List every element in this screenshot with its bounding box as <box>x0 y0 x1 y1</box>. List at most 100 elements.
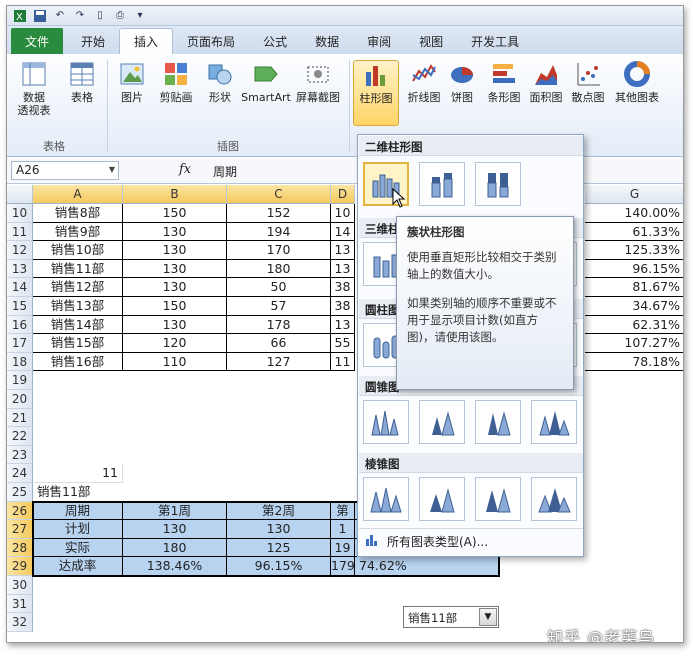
row-header[interactable]: 14 <box>7 278 33 297</box>
pyramid-option-1[interactable] <box>363 477 409 521</box>
table-cell[interactable]: 61.33% <box>585 223 683 242</box>
tab-formulas[interactable]: 公式 <box>249 28 301 54</box>
table-cell[interactable]: 第 <box>331 501 355 521</box>
table-cell[interactable]: 130 <box>123 222 227 242</box>
row-header[interactable]: 22 <box>7 427 33 446</box>
table-cell[interactable]: 14 <box>331 222 355 242</box>
scatter-chart-button[interactable]: 散点图 <box>565 60 611 126</box>
table-cell[interactable]: 57 <box>227 297 331 316</box>
screenshot-button[interactable]: 屏幕截图 <box>293 60 343 126</box>
all-chart-types-link[interactable]: 所有图表类型(A)... <box>359 528 583 554</box>
row-header[interactable]: 18 <box>7 352 33 372</box>
row-header[interactable]: 24 <box>7 464 33 483</box>
new-file-icon[interactable]: ▯ <box>93 9 107 23</box>
table-cell[interactable]: 78.18% <box>585 353 683 372</box>
table-cell[interactable]: 11 <box>331 352 355 372</box>
table-cell[interactable]: 125 <box>227 538 331 558</box>
table-cell[interactable]: 销售12部 <box>33 278 123 297</box>
table-cell[interactable]: 周期 <box>33 501 123 521</box>
table-cell[interactable]: 96.15% <box>585 260 683 279</box>
table-cell[interactable]: 120 <box>123 334 227 353</box>
table-cell[interactable]: 销售9部 <box>33 222 123 242</box>
table-cell[interactable]: 138.46% <box>123 557 227 576</box>
row-header[interactable]: 13 <box>7 259 33 279</box>
pie-chart-button[interactable]: 饼图 <box>439 60 485 126</box>
row-header[interactable]: 17 <box>7 334 33 353</box>
table-cell[interactable]: 81.67% <box>585 278 683 297</box>
clipart-button[interactable]: 剪贴画 <box>153 60 199 126</box>
department-combobox[interactable]: 销售11部 ▼ <box>403 606 499 628</box>
table-cell[interactable]: 销售11部 <box>33 259 123 279</box>
pyramid-option-3[interactable] <box>475 477 521 521</box>
table-cell[interactable]: 销售16部 <box>33 352 123 372</box>
table-cell[interactable]: 178 <box>227 315 331 335</box>
table-cell[interactable]: 达成率 <box>33 557 123 576</box>
table-cell[interactable]: 10 <box>331 204 355 223</box>
table-cell[interactable]: 13 <box>331 259 355 279</box>
table-cell[interactable]: 150 <box>123 297 227 316</box>
table-cell[interactable]: 170 <box>227 241 331 260</box>
table-cell[interactable]: 销售15部 <box>33 334 123 353</box>
table-cell[interactable]: 销售8部 <box>33 204 123 223</box>
cone-option-3[interactable] <box>475 400 521 444</box>
cone-option-4[interactable] <box>531 400 577 444</box>
row-header[interactable]: 10 <box>7 204 33 223</box>
table-cell[interactable]: 150 <box>123 204 227 223</box>
smartart-button[interactable]: SmartArt <box>241 60 291 126</box>
cone-option-2[interactable] <box>419 400 465 444</box>
table-cell[interactable]: 计划 <box>33 520 123 539</box>
table-cell[interactable]: 180 <box>227 259 331 279</box>
row-header[interactable]: 28 <box>7 538 33 558</box>
table-cell[interactable]: 第2周 <box>227 501 331 521</box>
table-cell[interactable]: 74.62% <box>355 557 499 576</box>
cell-a25[interactable]: 销售11部 <box>33 483 153 502</box>
customize-qat-icon[interactable]: ▾ <box>133 9 147 23</box>
table-cell[interactable]: 194 <box>227 222 331 242</box>
tab-file[interactable]: 文件 <box>11 28 64 54</box>
tab-page-layout[interactable]: 页面布局 <box>173 28 249 54</box>
table-cell[interactable]: 96.15% <box>227 557 331 576</box>
row-header[interactable]: 27 <box>7 520 33 539</box>
tab-developer[interactable]: 开发工具 <box>457 28 533 54</box>
row-header[interactable]: 11 <box>7 222 33 242</box>
row-header[interactable]: 16 <box>7 315 33 335</box>
table-cell[interactable]: 38 <box>331 297 355 316</box>
column-chart-button[interactable]: 柱形图 <box>353 60 399 126</box>
redo-icon[interactable]: ↷ <box>73 9 87 23</box>
row-header[interactable]: 31 <box>7 594 33 614</box>
table-cell[interactable]: 50 <box>227 278 331 297</box>
stacked-column-option[interactable] <box>419 162 465 206</box>
area-chart-button[interactable]: 面积图 <box>523 60 569 126</box>
row-header[interactable]: 21 <box>7 408 33 428</box>
pivot-table-button[interactable]: 数据 透视表 <box>11 60 57 126</box>
other-charts-button[interactable]: 其他图表 <box>611 60 663 126</box>
tab-insert[interactable]: 插入 <box>119 28 174 54</box>
table-cell[interactable]: 19 <box>331 538 355 558</box>
table-cell[interactable]: 130 <box>227 520 331 539</box>
picture-button[interactable]: 图片 <box>109 60 155 126</box>
row-header[interactable]: 26 <box>7 501 33 521</box>
table-cell[interactable]: 实际 <box>33 538 123 558</box>
table-cell[interactable]: 179.09% <box>331 557 355 576</box>
tab-view[interactable]: 视图 <box>405 28 457 54</box>
table-cell[interactable]: 130 <box>123 520 227 539</box>
tab-home[interactable]: 开始 <box>67 28 119 54</box>
column-header-b[interactable]: B <box>123 185 227 204</box>
print-preview-icon[interactable]: ⎙ <box>113 9 127 23</box>
table-cell[interactable]: 1 <box>331 520 355 539</box>
table-cell[interactable]: 13 <box>331 315 355 335</box>
bar-chart-button[interactable]: 条形图 <box>481 60 527 126</box>
table-cell[interactable]: 55 <box>331 334 355 353</box>
column-header-c[interactable]: C <box>227 185 331 204</box>
row-header[interactable]: 25 <box>7 483 33 502</box>
save-icon[interactable] <box>33 9 47 23</box>
table-cell[interactable]: 110 <box>123 352 227 372</box>
row-header[interactable]: 12 <box>7 241 33 260</box>
table-cell[interactable]: 130 <box>123 278 227 297</box>
pyramid-option-4[interactable] <box>531 477 577 521</box>
column-header-a[interactable]: A <box>33 185 123 204</box>
row-header[interactable]: 32 <box>7 613 33 632</box>
row-header[interactable]: 19 <box>7 371 33 390</box>
insert-function-button[interactable]: fx <box>179 162 191 177</box>
tab-review[interactable]: 审阅 <box>353 28 405 54</box>
